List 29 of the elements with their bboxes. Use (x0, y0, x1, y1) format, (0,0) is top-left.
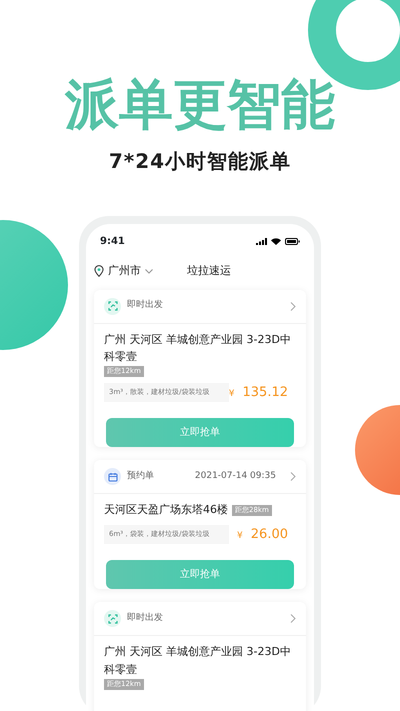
app-title: 垃拉速运 (187, 263, 231, 279)
order-address: 广州 天河区 羊城创意产业园 3-23D中科零壹 (104, 644, 292, 678)
calendar-icon (104, 468, 121, 486)
order-type: 即时出发 (127, 299, 163, 312)
order-price: 26.00 (250, 526, 288, 542)
order-type: 即时出发 (127, 612, 163, 626)
chevron-right-icon (290, 472, 296, 482)
subtitle: 7*24小时智能派单 (108, 148, 292, 175)
location-pin-icon (94, 265, 104, 278)
wifi-icon (271, 238, 281, 245)
city-selector[interactable]: 广州市 (108, 263, 141, 280)
status-time: 9:41 (100, 235, 125, 249)
battery-icon (285, 238, 300, 245)
order-type: 预约单 (127, 470, 154, 484)
order-address: 广州 天河区 羊城创意产业园 3-23D中科零壹 (104, 332, 292, 366)
chevron-right-icon (290, 614, 296, 624)
signal-icon (256, 238, 267, 245)
grab-order-button[interactable]: 立即抢单 (106, 560, 294, 590)
order-time: 2021-07-14 09:35 (194, 471, 276, 482)
currency-symbol: ¥ (228, 388, 234, 399)
currency-symbol: ¥ (237, 530, 243, 541)
headline: 派单更智能 (64, 78, 336, 132)
scan-icon (104, 610, 121, 628)
chevron-down-icon (145, 268, 153, 274)
order-address: 天河区天盈广场东塔46楼 (104, 502, 228, 518)
order-price: 135.12 (242, 384, 288, 400)
chevron-right-icon (290, 302, 296, 310)
grab-order-button[interactable]: 立即抢单 (106, 418, 294, 448)
scan-icon (104, 298, 121, 314)
